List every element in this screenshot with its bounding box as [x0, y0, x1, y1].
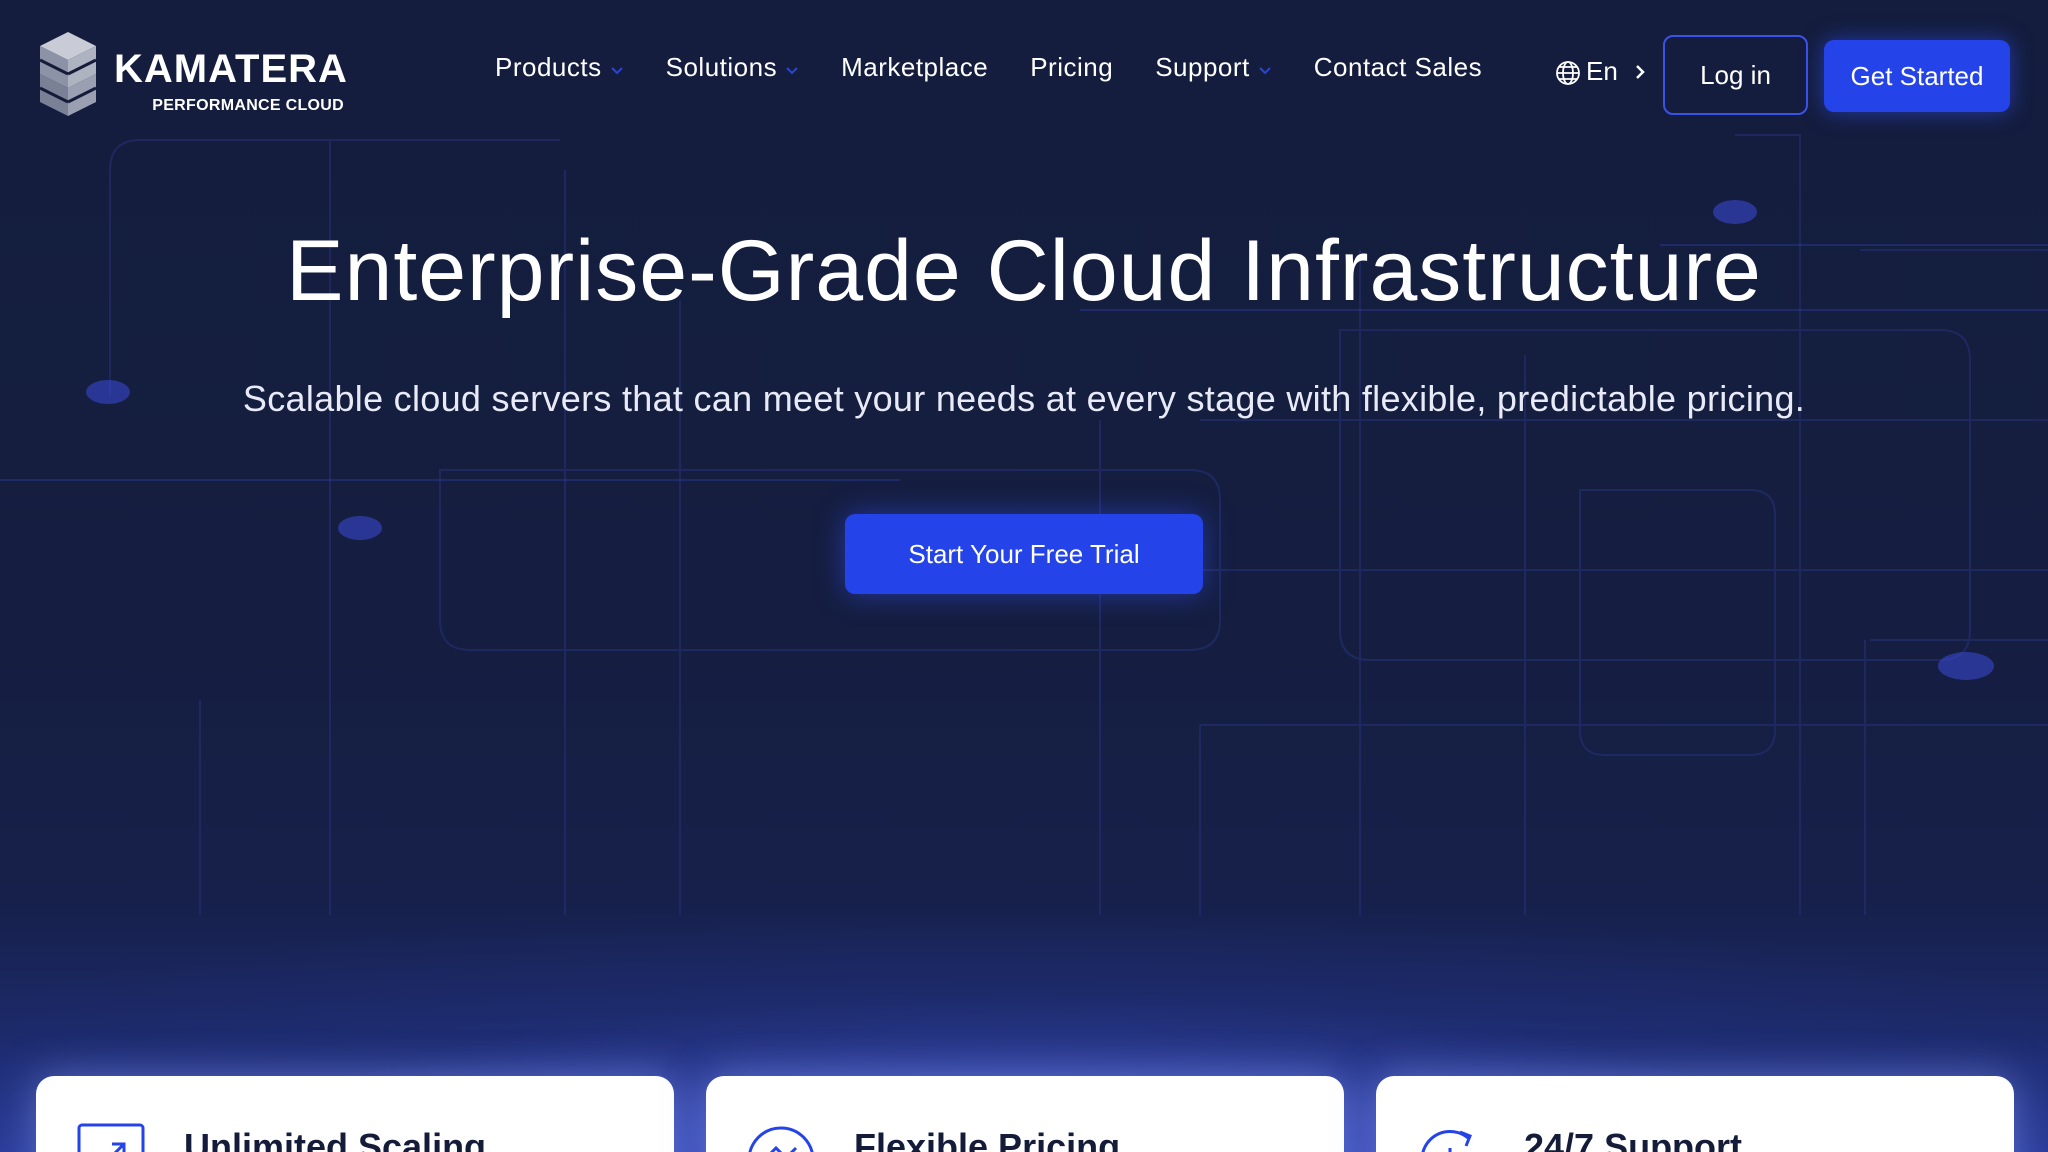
start-free-trial-button[interactable]: Start Your Free Trial: [845, 514, 1203, 594]
chevron-right-icon: [1635, 64, 1645, 79]
hero-subtitle: Scalable cloud servers that can meet you…: [242, 378, 1806, 419]
chevron-down-icon: [1259, 66, 1271, 74]
chevron-down-icon: [610, 66, 623, 74]
feature-card-support[interactable]: 24/7 Support: [1376, 1076, 2014, 1152]
feature-title: 24/7 Support: [1524, 1126, 1743, 1152]
nav-item-support[interactable]: Support: [1155, 52, 1272, 83]
chevron-down-icon: [786, 66, 798, 74]
brand-text: KAMATERA PERFORMANCE CLOUD: [114, 39, 347, 114]
language-label: En: [1586, 56, 1618, 86]
nav-item-contact-sales[interactable]: Contact Sales: [1314, 52, 1482, 83]
brand-logo[interactable]: KAMATERA PERFORMANCE CLOUD: [38, 30, 347, 118]
nav-item-label: Solutions: [665, 52, 778, 82]
nav-item-solutions[interactable]: Solutions: [666, 52, 799, 83]
site-header: KAMATERA PERFORMANCE CLOUD Products Solu…: [0, 0, 2048, 146]
nav-item-label: Contact Sales: [1313, 52, 1483, 82]
brand-name: KAMATERA: [114, 47, 348, 91]
main-nav: Products Solutions Marketplace Pricing S…: [495, 52, 1524, 83]
nav-item-pricing[interactable]: Pricing: [1030, 52, 1113, 83]
nav-item-label: Pricing: [1030, 52, 1114, 82]
login-button[interactable]: Log in: [1663, 35, 1808, 115]
feature-card-pricing[interactable]: Flexible Pricing: [706, 1076, 1344, 1152]
landing-page: KAMATERA PERFORMANCE CLOUD Products Solu…: [0, 0, 2048, 1152]
nav-item-products[interactable]: Products: [495, 52, 624, 83]
feature-card-scaling[interactable]: Unlimited Scaling: [36, 1076, 674, 1152]
kamatera-logo-icon: [39, 32, 97, 116]
feature-title: Flexible Pricing: [854, 1126, 1121, 1152]
language-selector[interactable]: En: [1554, 56, 1648, 87]
pricing-chart-icon: [748, 1126, 814, 1152]
nav-item-label: Products: [495, 52, 602, 82]
nav-item-marketplace[interactable]: Marketplace: [841, 52, 988, 83]
nav-item-label: Marketplace: [841, 52, 989, 82]
nav-item-label: Support: [1155, 52, 1250, 82]
feature-title: Unlimited Scaling: [184, 1126, 487, 1152]
get-started-button[interactable]: Get Started: [1824, 40, 2010, 112]
clock-refresh-icon: [1421, 1130, 1472, 1152]
globe-icon: [1556, 60, 1580, 85]
scaling-arrow-icon: [77, 1123, 145, 1152]
hero-title: Enterprise-Grade Cloud Infrastructure: [286, 223, 1762, 319]
brand-tagline: PERFORMANCE CLOUD: [152, 97, 344, 114]
